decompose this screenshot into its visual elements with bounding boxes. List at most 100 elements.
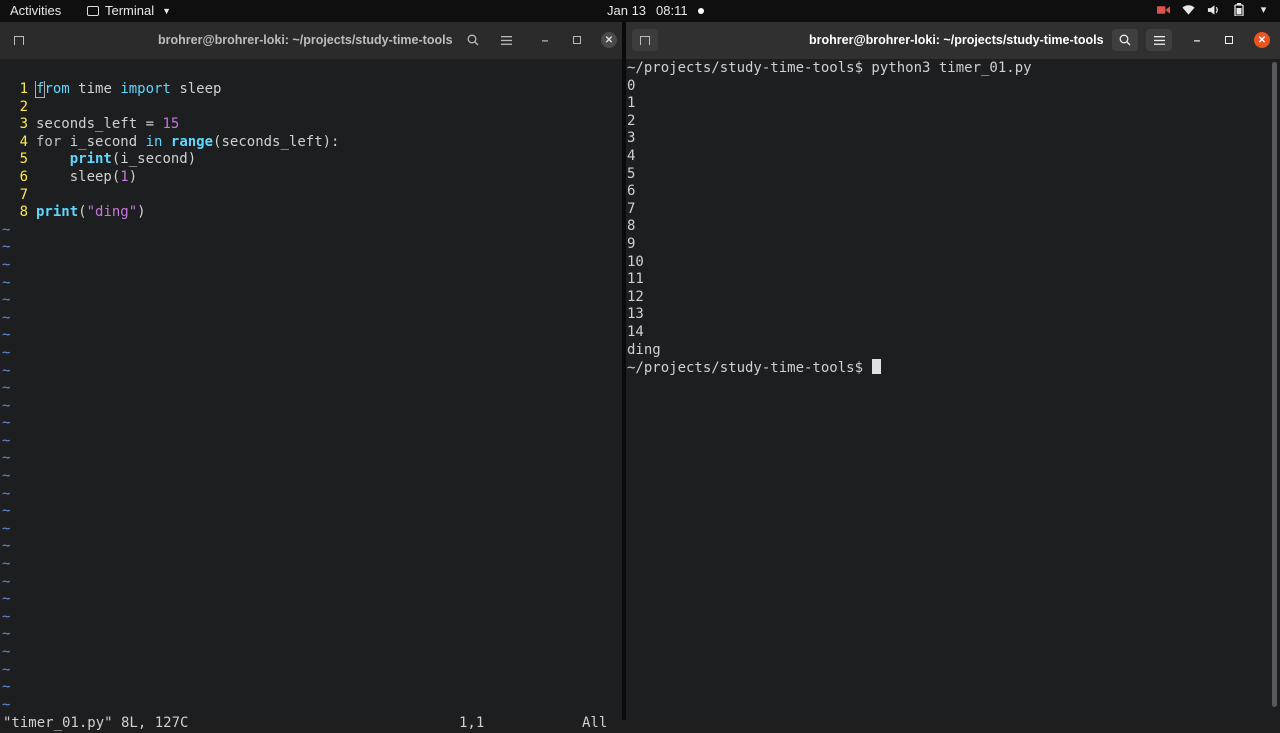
maximize-icon xyxy=(573,36,581,44)
terminal-line: 14 xyxy=(627,323,644,340)
new-tab-icon xyxy=(640,35,650,45)
minimize-icon: – xyxy=(541,33,549,47)
text-cursor xyxy=(872,359,882,375)
empty-line-tilde: ~ xyxy=(2,239,11,256)
code-token: for xyxy=(36,133,62,150)
empty-line-tilde: ~ xyxy=(2,362,11,379)
terminal-line: 2 xyxy=(627,112,636,129)
close-icon: ✕ xyxy=(604,34,614,46)
terminal-line: 9 xyxy=(627,235,636,252)
terminal-line: 1 xyxy=(627,95,636,112)
system-tray[interactable]: ▾ xyxy=(1157,3,1270,16)
empty-line-tilde: ~ xyxy=(2,696,11,713)
close-button[interactable]: ✕ xyxy=(601,32,617,48)
search-icon xyxy=(1119,34,1131,46)
empty-line-tilde: ~ xyxy=(2,520,11,537)
code-token: print xyxy=(69,151,112,168)
window-title: brohrer@brohrer-loki: ~/projects/study-t… xyxy=(809,33,1104,47)
empty-line-tilde: ~ xyxy=(2,679,11,696)
code-line: 2 xyxy=(0,99,622,117)
line-number: 8 xyxy=(19,204,28,221)
wifi-icon xyxy=(1182,3,1195,16)
new-tab-button[interactable] xyxy=(632,29,658,51)
search-button[interactable] xyxy=(1112,29,1138,51)
empty-line-tilde: ~ xyxy=(2,450,11,467)
hamburger-menu-button[interactable] xyxy=(493,29,519,51)
clock[interactable]: Jan 13 08:11 xyxy=(607,3,704,18)
clock-time: 08:11 xyxy=(656,3,688,18)
minimize-button[interactable]: – xyxy=(532,29,558,51)
empty-line-tilde: ~ xyxy=(2,309,11,326)
code-line: 1 from time import sleep xyxy=(0,81,622,99)
code-token: in xyxy=(145,133,163,150)
hamburger-menu-button[interactable] xyxy=(1146,29,1172,51)
close-button[interactable]: ✕ xyxy=(1254,32,1270,48)
empty-line-tilde: ~ xyxy=(2,591,11,608)
terminal-line: 13 xyxy=(627,306,644,323)
line-number: 4 xyxy=(19,133,28,150)
vim-editor[interactable]: 1 from time import sleep 2 3 seconds_left … xyxy=(0,81,622,721)
empty-line-tilde: ~ xyxy=(2,380,11,397)
empty-line-tilde: ~ xyxy=(2,274,11,291)
notification-dot-icon xyxy=(697,7,704,14)
code-token: i_second xyxy=(61,133,146,150)
code-token: ) xyxy=(128,168,138,185)
terminal-line: 10 xyxy=(627,253,644,270)
empty-line-tilde: ~ xyxy=(2,573,11,590)
top-bar: Activities Terminal ▼ Jan 13 08:11 ▾ xyxy=(0,0,1280,22)
code-token: sleep xyxy=(170,81,222,97)
line-number: 3 xyxy=(19,116,28,133)
line-number: 2 xyxy=(19,98,28,115)
scroll-position: All xyxy=(582,715,608,731)
empty-line-tilde: ~ xyxy=(2,344,11,361)
code-token: ) xyxy=(137,204,146,221)
terminal-line: 11 xyxy=(627,271,644,288)
empty-line-tilde: ~ xyxy=(2,485,11,502)
empty-line-tilde: ~ xyxy=(2,397,11,414)
cursor-position: 1,1 xyxy=(459,715,485,731)
code-token: time xyxy=(69,81,121,97)
empty-line-tilde: ~ xyxy=(2,256,11,273)
code-token: import xyxy=(120,81,171,97)
terminal-lines: ~/projects/study-time-tools$ python3 tim… xyxy=(627,60,1267,359)
maximize-button[interactable] xyxy=(564,29,590,51)
empty-line-tilde: ~ xyxy=(2,415,11,432)
code-token: 15 xyxy=(162,116,180,133)
line-number: 7 xyxy=(19,186,28,203)
code-line: 6 sleep(1) xyxy=(0,169,622,187)
code-token: (seconds_left): xyxy=(213,133,340,150)
volume-icon xyxy=(1207,3,1220,16)
code-token: 1 xyxy=(120,168,129,185)
code-token: rom xyxy=(44,81,70,97)
code-token: sleep( xyxy=(36,168,121,185)
terminal-scrollbar[interactable] xyxy=(1272,62,1277,707)
terminal-line: 5 xyxy=(627,165,636,182)
camera-icon xyxy=(1157,3,1170,16)
code-line: 3 seconds_left = 15 xyxy=(0,116,622,134)
search-button[interactable] xyxy=(460,29,486,51)
new-tab-button[interactable] xyxy=(6,29,32,51)
empty-line-tilde: ~ xyxy=(2,644,11,660)
status-message: "timer_01.py" 8L, 127C xyxy=(3,715,189,731)
app-menu[interactable]: Terminal ▼ xyxy=(87,3,171,18)
minimize-icon: – xyxy=(1193,33,1201,47)
code-line: 4 for i_second in range(seconds_left): xyxy=(0,134,622,152)
code-token: (i_second) xyxy=(111,151,197,168)
terminal-icon xyxy=(87,5,99,16)
vim-statusline: "timer_01.py" 8L, 127C 1,1 All xyxy=(0,715,622,733)
maximize-button[interactable] xyxy=(1216,29,1242,51)
prompt-line[interactable]: ~/projects/study-time-tools$ xyxy=(627,359,1267,377)
line-number: 5 xyxy=(19,151,28,168)
left-terminal-window: brohrer@brohrer-loki: ~/projects/study-t… xyxy=(0,22,622,731)
empty-line-tilde: ~ xyxy=(2,556,11,573)
hamburger-icon xyxy=(1153,35,1165,45)
minimize-button[interactable]: – xyxy=(1184,29,1210,51)
empty-line-tilde: ~ xyxy=(2,468,11,485)
terminal-output[interactable]: ~/projects/study-time-tools$ python3 tim… xyxy=(627,60,1267,700)
activities-button[interactable]: Activities xyxy=(10,3,61,18)
window-title: brohrer@brohrer-loki: ~/projects/study-t… xyxy=(158,33,453,47)
code-token: seconds_left = xyxy=(36,116,163,133)
terminal-line: ding xyxy=(627,341,661,358)
maximize-icon xyxy=(1225,36,1233,44)
